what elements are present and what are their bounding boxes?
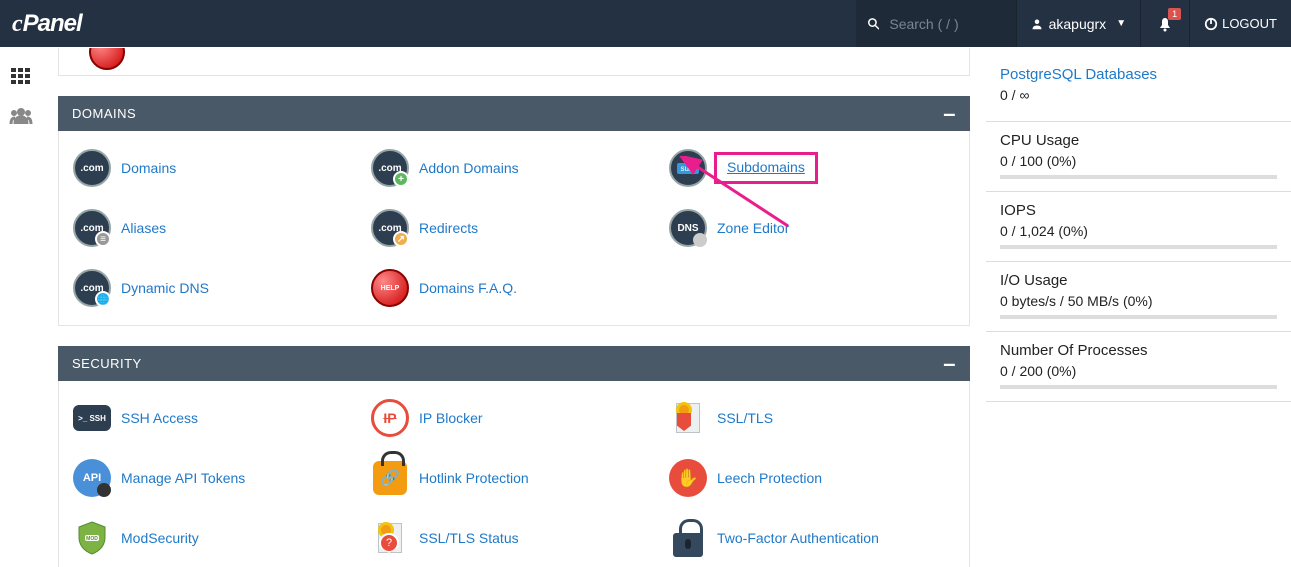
zone-editor-icon: DNS [669, 209, 707, 247]
globe-badge-icon: 🌐 [95, 291, 111, 307]
notifications-button[interactable]: 1 [1140, 0, 1189, 47]
domains-section-header[interactable]: DOMAINS – [58, 96, 970, 131]
progress-bar [1000, 245, 1277, 249]
api-tokens-link[interactable]: API Manage API Tokens [67, 457, 365, 499]
plus-badge-icon: + [393, 171, 409, 187]
username-label: akapugrx [1049, 16, 1107, 32]
stat-processes: Number Of Processes 0 / 200 (0%) [986, 332, 1291, 402]
dynamic-dns-icon: .com🌐 [73, 269, 111, 307]
ip-blocker-link[interactable]: IP IP Blocker [365, 397, 663, 439]
ssh-icon: >_ SSH [73, 399, 111, 437]
domains-link[interactable]: .com Domains [67, 147, 365, 189]
previous-section-tail [58, 48, 970, 76]
search-box[interactable] [856, 0, 1016, 47]
security-section: SECURITY – >_ SSH SSH Access IP IP Block… [58, 346, 970, 567]
cpanel-logo[interactable]: cPanel [12, 10, 82, 38]
domains-icon: .com [73, 149, 111, 187]
stat-value: 0 / 1,024 (0%) [1000, 223, 1277, 239]
stat-value: 0 / 100 (0%) [1000, 153, 1277, 169]
progress-bar [1000, 315, 1277, 319]
progress-bar [1000, 175, 1277, 179]
security-title: SECURITY [72, 356, 142, 371]
ssl-tls-icon [669, 399, 707, 437]
domains-faq-icon: HELP [371, 269, 409, 307]
domains-faq-link[interactable]: HELP Domains F.A.Q. [365, 267, 663, 309]
caret-down-icon: ▼ [1116, 18, 1126, 29]
addon-domains-icon: .com+ [371, 149, 409, 187]
svg-text:MOD: MOD [86, 536, 98, 542]
search-icon [868, 17, 880, 31]
top-header: cPanel akapugrx ▼ 1 LOGOUT [0, 0, 1291, 47]
security-section-header[interactable]: SECURITY – [58, 346, 970, 381]
two-factor-icon [669, 519, 707, 557]
user-menu-button[interactable]: akapugrx ▼ [1016, 0, 1141, 47]
aliases-icon: .com≡ [73, 209, 111, 247]
stat-cpu: CPU Usage 0 / 100 (0%) [986, 122, 1291, 192]
subdomains-icon: sub. [669, 149, 707, 187]
stat-io: I/O Usage 0 bytes/s / 50 MB/s (0%) [986, 262, 1291, 332]
stat-title: I/O Usage [1000, 272, 1277, 289]
user-icon [1031, 18, 1043, 30]
leech-icon: ✋ [669, 459, 707, 497]
logout-button[interactable]: LOGOUT [1189, 0, 1291, 47]
dynamic-dns-link[interactable]: .com🌐 Dynamic DNS [67, 267, 365, 309]
subdomains-link[interactable]: sub. Subdomains [663, 147, 961, 189]
api-tokens-icon: API [73, 459, 111, 497]
alias-badge-icon: ≡ [95, 231, 111, 247]
modsecurity-icon: MOD [73, 519, 111, 557]
search-input[interactable] [889, 16, 1003, 32]
hotlink-icon: 🔗 [371, 459, 409, 497]
annotation-highlight-box: Subdomains [714, 152, 818, 184]
stat-value: 0 bytes/s / 50 MB/s (0%) [1000, 293, 1277, 309]
stat-title: CPU Usage [1000, 132, 1277, 149]
ssl-tls-link[interactable]: SSL/TLS [663, 397, 961, 439]
stat-iops: IOPS 0 / 1,024 (0%) [986, 192, 1291, 262]
logout-icon [1204, 17, 1218, 31]
main-content: DOMAINS – .com Domains .com+ Addon Domai… [42, 48, 986, 567]
stat-postgresql[interactable]: PostgreSQL Databases 0 / ∞ [986, 56, 1291, 122]
stats-sidebar: PostgreSQL Databases 0 / ∞ CPU Usage 0 /… [986, 48, 1291, 567]
addon-domains-link[interactable]: .com+ Addon Domains [365, 147, 663, 189]
stat-title: IOPS [1000, 202, 1277, 219]
logout-label: LOGOUT [1222, 16, 1277, 31]
users-icon[interactable] [0, 100, 42, 132]
progress-bar [1000, 385, 1277, 389]
grid-view-icon[interactable] [0, 60, 42, 92]
left-sidebar [0, 48, 42, 140]
ssl-tls-status-link[interactable]: SSL/TLS Status [365, 517, 663, 559]
redirects-link[interactable]: .com↗ Redirects [365, 207, 663, 249]
stat-title: Number Of Processes [1000, 342, 1277, 359]
collapse-icon[interactable]: – [943, 359, 956, 369]
two-factor-auth-link[interactable]: Two-Factor Authentication [663, 517, 961, 559]
stat-title: PostgreSQL Databases [1000, 66, 1277, 83]
hotlink-protection-link[interactable]: 🔗 Hotlink Protection [365, 457, 663, 499]
redirect-badge-icon: ↗ [393, 231, 409, 247]
collapse-icon[interactable]: – [943, 109, 956, 119]
zone-editor-link[interactable]: DNS Zone Editor [663, 207, 961, 249]
ip-blocker-icon: IP [371, 399, 409, 437]
stat-value: 0 / ∞ [1000, 87, 1277, 103]
redirects-icon: .com↗ [371, 209, 409, 247]
domains-section: DOMAINS – .com Domains .com+ Addon Domai… [58, 96, 970, 326]
notification-count: 1 [1168, 8, 1181, 20]
stat-value: 0 / 200 (0%) [1000, 363, 1277, 379]
leech-protection-link[interactable]: ✋ Leech Protection [663, 457, 961, 499]
ssh-access-link[interactable]: >_ SSH SSH Access [67, 397, 365, 439]
aliases-link[interactable]: .com≡ Aliases [67, 207, 365, 249]
domains-title: DOMAINS [72, 106, 136, 121]
ssl-status-icon [371, 519, 409, 557]
modsecurity-link[interactable]: MOD ModSecurity [67, 517, 365, 559]
